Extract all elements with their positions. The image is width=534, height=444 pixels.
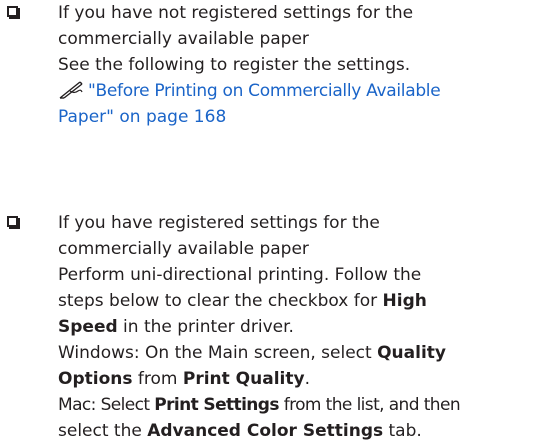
checkbox-bullet-icon bbox=[7, 216, 18, 227]
windows-instruction: Options from Print Quality. bbox=[58, 369, 310, 389]
item-heading-line: If you have not registered settings for … bbox=[58, 3, 414, 23]
option-name: High bbox=[382, 291, 427, 311]
pencil-hand-icon bbox=[58, 80, 88, 100]
list-item-text: If you have registered settings for the … bbox=[58, 210, 530, 444]
item-heading-line: commercially available paper bbox=[58, 29, 309, 49]
reference-link-text[interactable]: "Before Printing on Commercially Availab… bbox=[88, 81, 441, 101]
list-item-text: If you have not registered settings for … bbox=[58, 0, 530, 130]
instruction-text: See the following to register the settin… bbox=[58, 55, 411, 75]
option-name: Options bbox=[58, 369, 133, 389]
checkbox-bullet-icon bbox=[7, 6, 18, 17]
option-name: Speed bbox=[58, 317, 118, 337]
option-name: Print Quality bbox=[182, 369, 305, 389]
reference-link-text[interactable]: Paper" on page 168 bbox=[58, 104, 530, 130]
option-name: Advanced Color Settings bbox=[147, 421, 384, 441]
windows-instruction: Windows: On the Main screen, select Qual… bbox=[58, 343, 446, 363]
document-page: If you have not registered settings for … bbox=[0, 0, 534, 441]
option-name: Quality bbox=[377, 343, 446, 363]
item-heading-line: If you have registered settings for the bbox=[58, 213, 380, 233]
option-name: Print Settings bbox=[154, 395, 279, 415]
reference-link[interactable]: "Before Printing on Commercially Availab… bbox=[58, 78, 530, 104]
item-heading-line: commercially available paper bbox=[58, 239, 309, 259]
mac-instruction: Mac: Select Print Settings from the list… bbox=[58, 395, 461, 415]
instruction-text: Speed in the printer driver. bbox=[58, 317, 294, 337]
instruction-text: Perform uni-directional printing. Follow… bbox=[58, 265, 422, 285]
mac-instruction: select the Advanced Color Settings tab. bbox=[58, 421, 422, 441]
instruction-text: steps below to clear the checkbox for Hi… bbox=[58, 291, 427, 311]
